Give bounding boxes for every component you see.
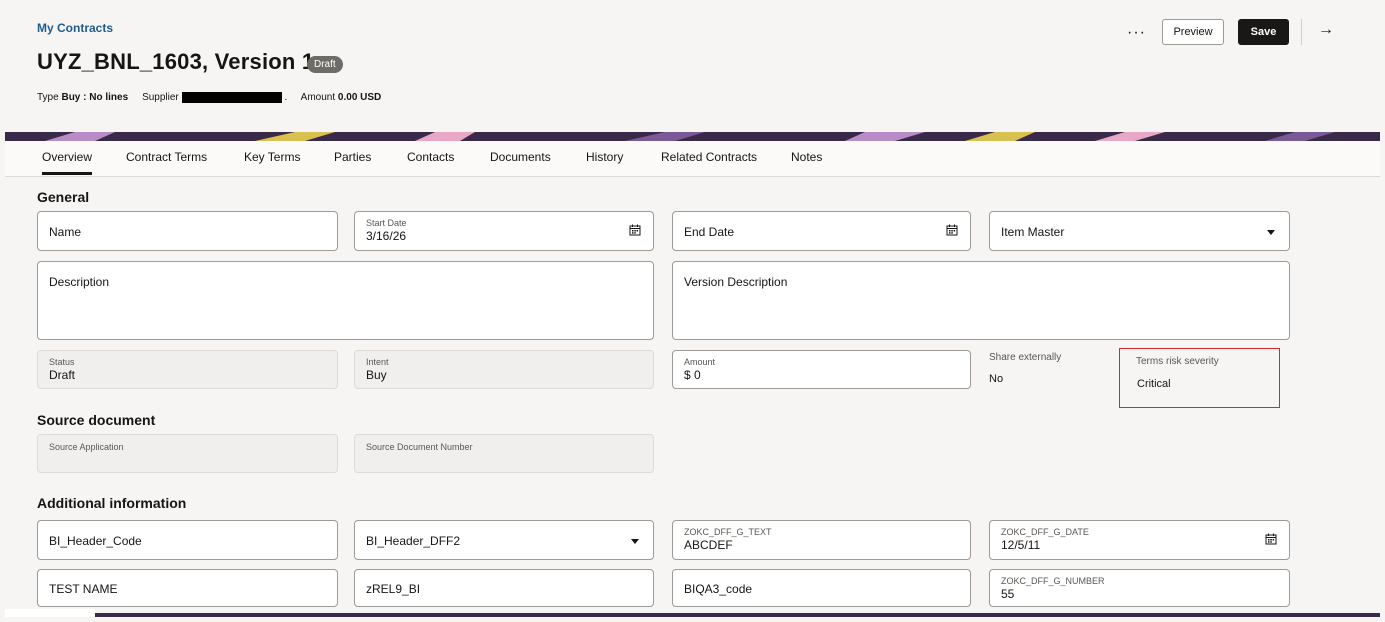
type-label: Type: [37, 92, 59, 104]
end-date-field[interactable]: End Date: [672, 211, 971, 251]
name-field[interactable]: Name: [37, 211, 338, 251]
tab-history[interactable]: History: [586, 150, 623, 164]
contract-meta: Type Buy : No lines Supplier . Amount 0.…: [37, 92, 382, 104]
tab-notes[interactable]: Notes: [791, 150, 822, 164]
source-application-label: Source Application: [49, 442, 124, 452]
amount-field[interactable]: Amount $ 0: [672, 350, 971, 389]
tab-contacts[interactable]: Contacts: [407, 150, 454, 164]
status-badge: Draft: [307, 56, 343, 73]
chevron-down-icon: [631, 539, 639, 544]
zokc-dff-g-text-field[interactable]: ZOKC_DFF_G_TEXT ABCDEF: [672, 520, 971, 560]
zrel9-bi-field[interactable]: zREL9_BI: [354, 569, 654, 607]
zokc-dff-g-date-field[interactable]: ZOKC_DFF_G_DATE 12/5/11: [989, 520, 1290, 560]
intent-value: Buy: [366, 368, 387, 382]
description-placeholder: Description: [49, 275, 110, 289]
page-title: UYZ_BNL_1603, Version 1: [37, 49, 315, 74]
contract-page: My Contracts UYZ_BNL_1603, Version 1 Dra…: [5, 5, 1380, 617]
tab-parties[interactable]: Parties: [334, 150, 371, 164]
decorative-banner: [5, 132, 1380, 141]
version-description-placeholder: Version Description: [684, 275, 788, 289]
calendar-icon[interactable]: [946, 224, 958, 236]
type-value: Buy : No lines: [61, 92, 129, 104]
test-name-placeholder: TEST NAME: [49, 582, 118, 596]
start-date-label: Start Date: [366, 218, 407, 228]
bi-header-code-placeholder: BI_Header_Code: [49, 534, 142, 548]
amount-field-value: $ 0: [684, 368, 701, 382]
calendar-icon[interactable]: [629, 224, 641, 236]
intent-field: Intent Buy: [354, 350, 654, 389]
start-date-field[interactable]: Start Date 3/16/26: [354, 211, 654, 251]
zokc-dff-g-number-field[interactable]: ZOKC_DFF_G_NUMBER 55: [989, 569, 1290, 607]
save-button[interactable]: Save: [1238, 19, 1289, 45]
status-field: Status Draft: [37, 350, 338, 389]
bi-header-code-field[interactable]: BI_Header_Code: [37, 520, 338, 560]
bi-header-dff2-select[interactable]: BI_Header_DFF2: [354, 520, 654, 560]
zokc-dff-g-text-value: ABCDEF: [684, 538, 733, 552]
amount-label: Amount: [300, 92, 336, 104]
more-actions-button[interactable]: ···: [1127, 24, 1146, 42]
tab-documents[interactable]: Documents: [490, 150, 551, 164]
terms-risk-severity-label: Terms risk severity: [1136, 356, 1219, 367]
item-master-placeholder: Item Master: [1001, 225, 1065, 239]
item-master-select[interactable]: Item Master: [989, 211, 1290, 251]
status-value: Draft: [49, 368, 76, 382]
source-document-number-label: Source Document Number: [366, 442, 473, 452]
zokc-dff-g-number-label: ZOKC_DFF_G_NUMBER: [1001, 576, 1105, 586]
end-date-placeholder: End Date: [684, 225, 735, 239]
intent-label: Intent: [366, 357, 389, 367]
chevron-down-icon: [1267, 230, 1275, 235]
tab-contract-terms[interactable]: Contract Terms: [126, 150, 207, 164]
bi-header-dff2-placeholder: BI_Header_DFF2: [366, 534, 461, 548]
version-description-field[interactable]: Version Description: [672, 261, 1290, 340]
biqa3-code-placeholder: BIQA3_code: [684, 582, 753, 596]
amount-value: 0.00 USD: [337, 92, 382, 104]
section-general-heading: General: [37, 189, 90, 205]
description-field[interactable]: Description: [37, 261, 654, 340]
share-externally-label: Share externally: [989, 352, 1062, 363]
zokc-dff-g-number-value: 55: [1001, 587, 1015, 601]
redacted-supplier: [181, 92, 282, 103]
section-source-document-heading: Source document: [37, 412, 156, 428]
test-name-field[interactable]: TEST NAME: [37, 569, 338, 607]
name-field-placeholder: Name: [49, 225, 82, 239]
zrel9-bi-placeholder: zREL9_BI: [366, 582, 421, 596]
zokc-dff-g-date-value: 12/5/11: [1001, 538, 1041, 552]
start-date-value: 3/16/26: [366, 229, 407, 243]
source-application-field: Source Application: [37, 434, 338, 473]
status-label: Status: [49, 357, 75, 367]
supplier-label: Supplier: [142, 92, 179, 104]
bottom-border: [5, 613, 1380, 617]
arrow-right-icon[interactable]: →: [1318, 21, 1334, 39]
zokc-dff-g-text-label: ZOKC_DFF_G_TEXT: [684, 527, 772, 537]
amount-field-label: Amount: [684, 357, 716, 367]
tab-key-terms[interactable]: Key Terms: [244, 150, 300, 164]
section-additional-information-heading: Additional information: [37, 495, 187, 511]
breadcrumb-my-contracts[interactable]: My Contracts: [37, 21, 113, 35]
preview-button[interactable]: Preview: [1162, 19, 1224, 45]
source-document-number-field: Source Document Number: [354, 434, 654, 473]
tab-related-contracts[interactable]: Related Contracts: [661, 150, 757, 164]
calendar-icon[interactable]: [1265, 533, 1277, 545]
zokc-dff-g-date-label: ZOKC_DFF_G_DATE: [1001, 527, 1089, 537]
biqa3-code-field[interactable]: BIQA3_code: [672, 569, 971, 607]
tab-overview[interactable]: Overview: [42, 150, 93, 175]
terms-risk-severity-value: Critical: [1137, 378, 1171, 390]
bottom-tab-marker: [5, 609, 95, 617]
share-externally-value: No: [989, 373, 1004, 385]
header-divider: [1301, 19, 1302, 45]
